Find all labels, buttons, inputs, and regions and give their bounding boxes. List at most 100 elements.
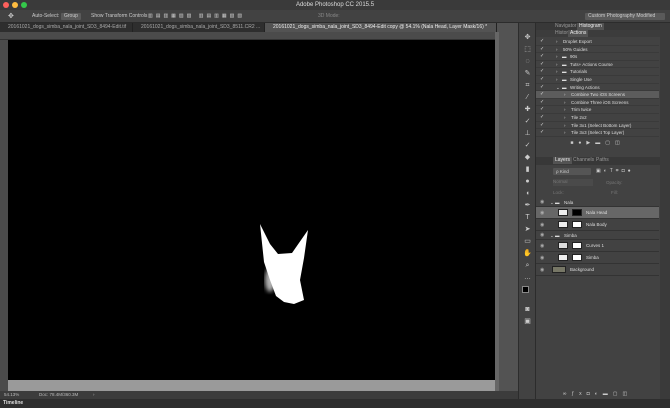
check-icon[interactable]: ✓ bbox=[540, 106, 544, 114]
eye-icon[interactable]: ◉ bbox=[540, 252, 544, 264]
move-tool-icon[interactable]: ✥ bbox=[8, 13, 14, 20]
chevron-right-icon[interactable]: › bbox=[556, 68, 558, 76]
check-icon[interactable]: ✓ bbox=[540, 122, 544, 130]
canvas[interactable] bbox=[8, 40, 495, 380]
chevron-right-icon[interactable]: › bbox=[564, 122, 566, 130]
healing-brush-icon[interactable]: ✚ bbox=[523, 105, 532, 114]
blur-tool-icon[interactable]: ● bbox=[523, 177, 532, 186]
layer-row[interactable]: ◉ Curves 1 bbox=[536, 240, 659, 252]
hand-tool-icon[interactable]: ✋ bbox=[523, 249, 532, 258]
check-icon[interactable]: ✓ bbox=[540, 84, 544, 92]
layer-mask-thumbnail[interactable] bbox=[572, 209, 582, 216]
check-icon[interactable]: ✓ bbox=[540, 53, 544, 61]
layer-filter-dropdown[interactable]: ρ Kind bbox=[553, 168, 591, 175]
action-item[interactable]: ✓ › Droplet Export bbox=[536, 38, 659, 46]
chevron-right-icon[interactable]: › bbox=[564, 129, 566, 137]
eye-icon[interactable]: ◉ bbox=[540, 240, 544, 252]
screen-mode-icon[interactable]: ▣ bbox=[523, 317, 532, 326]
check-icon[interactable]: ✓ bbox=[540, 91, 544, 99]
auto-select-label[interactable]: Auto-Select: bbox=[32, 13, 59, 20]
check-icon[interactable]: ✓ bbox=[540, 38, 544, 46]
tab-histogram[interactable]: Histogram bbox=[577, 23, 604, 30]
eye-icon[interactable]: ◉ bbox=[540, 207, 544, 219]
layer-row[interactable]: ◉ ⌄ ▬ Simba bbox=[536, 231, 659, 240]
eye-icon[interactable]: ◉ bbox=[540, 198, 544, 207]
brush-tool-icon[interactable]: ✓ bbox=[523, 117, 532, 126]
eye-icon[interactable]: ◉ bbox=[540, 231, 544, 240]
layer-row[interactable]: ◉ ⌄ ▬ Nala bbox=[536, 198, 659, 207]
action-item[interactable]: ✓ ⌄ ▬ Writing Actions bbox=[536, 84, 659, 92]
action-item[interactable]: ✓ › Tile 3x3 (Select Top Layer) bbox=[536, 129, 659, 137]
chevron-right-icon[interactable]: › bbox=[564, 114, 566, 122]
zoom-button[interactable] bbox=[21, 2, 27, 8]
action-item[interactable]: ✓ › Trim twice bbox=[536, 106, 659, 114]
tab-document-1[interactable]: 20161021_dogs_simba_nala_joint_SD3_8494-… bbox=[0, 23, 133, 32]
chevron-right-icon[interactable]: › bbox=[556, 46, 558, 54]
type-tool-icon[interactable]: T bbox=[523, 213, 532, 222]
layer-mask-thumbnail[interactable] bbox=[572, 242, 582, 249]
show-transform-checkbox[interactable]: Show Transform Controls bbox=[91, 13, 147, 20]
more-tools-icon[interactable]: … bbox=[523, 273, 532, 282]
zoom-tool-icon[interactable]: ⌕ bbox=[523, 261, 532, 270]
action-item[interactable]: ✓ › Combine Three iOS Screens bbox=[536, 99, 659, 107]
status-menu-arrow[interactable]: › bbox=[93, 391, 95, 399]
action-item[interactable]: ✓ › ▬ 90s bbox=[536, 53, 659, 61]
workspace-dropdown[interactable]: Custom Photography Modified bbox=[585, 13, 665, 20]
chevron-right-icon[interactable]: › bbox=[556, 38, 558, 46]
check-icon[interactable]: ✓ bbox=[540, 46, 544, 54]
history-brush-icon[interactable]: ✓ bbox=[523, 141, 532, 150]
layer-row[interactable]: ◉ Background bbox=[536, 264, 659, 276]
check-icon[interactable]: ✓ bbox=[540, 61, 544, 69]
vertical-scrollbar[interactable] bbox=[495, 32, 499, 392]
layer-mask-thumbnail[interactable] bbox=[572, 221, 582, 228]
action-item[interactable]: ✓ › Combine Two iOS Screens bbox=[536, 91, 659, 99]
gradient-tool-icon[interactable]: ▮ bbox=[523, 165, 532, 174]
chevron-right-icon[interactable]: › bbox=[556, 76, 558, 84]
layer-row[interactable]: ◉ Nala Body bbox=[536, 219, 659, 231]
action-item[interactable]: ✓ › Tile 3x1 (Select Bottom Layer) bbox=[536, 122, 659, 130]
action-item[interactable]: ✓ › ▬ Tuts+ Actions Course bbox=[536, 61, 659, 69]
chevron-down-icon[interactable]: ⌄ bbox=[556, 84, 560, 92]
chevron-down-icon[interactable]: ⌄ bbox=[550, 231, 554, 240]
chevron-right-icon[interactable]: › bbox=[564, 91, 566, 99]
align-icons[interactable]: ▥▤▥▦▧▨ ▥▤▥▦▧▨ bbox=[148, 13, 245, 20]
auto-select-dropdown[interactable]: Group bbox=[61, 13, 81, 20]
layer-row[interactable]: ◉ Simba bbox=[536, 252, 659, 264]
clone-stamp-icon[interactable]: ⊥ bbox=[523, 129, 532, 138]
foreground-color-swatch[interactable] bbox=[522, 286, 529, 293]
pen-tool-icon[interactable]: ✒ bbox=[523, 201, 532, 210]
action-item[interactable]: ✓ › 50% Guides bbox=[536, 46, 659, 54]
chevron-down-icon[interactable]: ⌄ bbox=[550, 198, 554, 207]
move-tool-icon[interactable]: ✥ bbox=[523, 33, 532, 42]
lasso-tool-icon[interactable]: ◌ bbox=[523, 57, 532, 66]
layer-filter-icons[interactable]: ▣◐T⌗◘● bbox=[596, 168, 634, 174]
crop-tool-icon[interactable]: ⌗ bbox=[523, 81, 532, 90]
layer-mask-thumbnail[interactable] bbox=[572, 254, 582, 261]
dodge-tool-icon[interactable]: ◖ bbox=[523, 189, 532, 198]
actions-toolbar[interactable]: ■●▶▬▢◫ bbox=[536, 138, 659, 148]
action-item[interactable]: ✓ › ▬ Single Use bbox=[536, 76, 659, 84]
tab-document-2[interactable]: 20161021_dogs_simba_nala_joint_SD3_8511.… bbox=[133, 23, 265, 32]
eye-icon[interactable]: ◉ bbox=[540, 219, 544, 231]
tab-actions[interactable]: Actions bbox=[568, 30, 589, 37]
layer-row[interactable]: ◉ Nala Head bbox=[536, 207, 659, 219]
shape-tool-icon[interactable]: ▭ bbox=[523, 237, 532, 246]
timeline-panel-tab[interactable]: Timeline bbox=[0, 399, 670, 408]
eraser-icon[interactable]: ◆ bbox=[523, 153, 532, 162]
check-icon[interactable]: ✓ bbox=[540, 68, 544, 76]
check-icon[interactable]: ✓ bbox=[540, 99, 544, 107]
check-icon[interactable]: ✓ bbox=[540, 114, 544, 122]
blend-mode-dropdown[interactable]: Normal bbox=[553, 179, 593, 186]
check-icon[interactable]: ✓ bbox=[540, 76, 544, 84]
quick-select-icon[interactable]: ✎ bbox=[523, 69, 532, 78]
chevron-right-icon[interactable]: › bbox=[556, 53, 558, 61]
tab-paths[interactable]: Paths bbox=[594, 157, 611, 164]
action-item[interactable]: ✓ › ▬ Tutorials bbox=[536, 68, 659, 76]
tab-navigator[interactable]: Navigator bbox=[553, 23, 578, 30]
close-button[interactable] bbox=[3, 2, 9, 8]
action-item[interactable]: ✓ › Tile 2x2 bbox=[536, 114, 659, 122]
minimize-button[interactable] bbox=[12, 2, 18, 8]
quick-mask-icon[interactable]: ◙ bbox=[523, 305, 532, 314]
marquee-tool-icon[interactable]: ⬚ bbox=[523, 45, 532, 54]
chevron-right-icon[interactable]: › bbox=[564, 99, 566, 107]
